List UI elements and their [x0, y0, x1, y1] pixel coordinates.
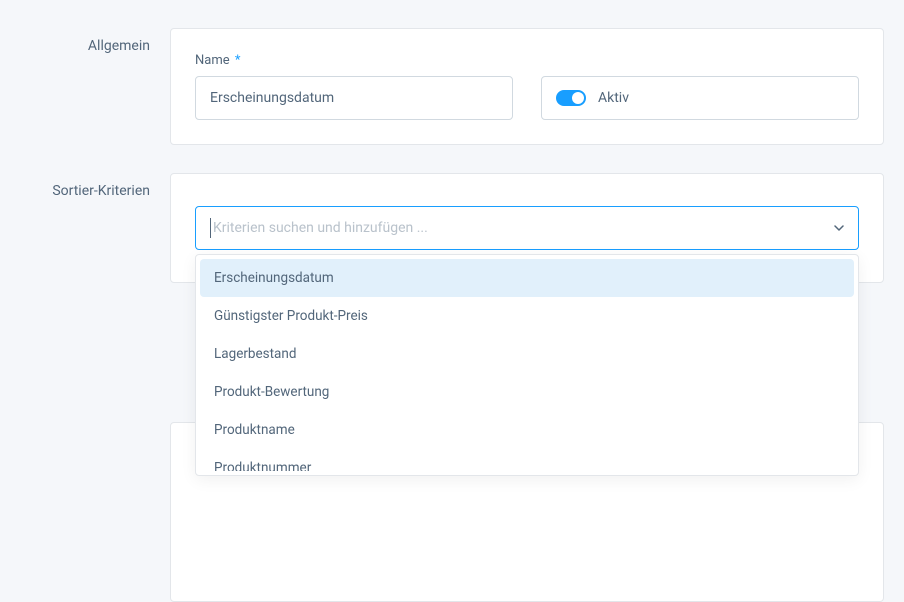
criteria-placeholder: Kriterien suchen und hinzufügen ... — [213, 220, 834, 236]
name-label: Name * — [195, 53, 513, 68]
toggle-knob — [572, 92, 584, 104]
criteria-option[interactable]: Günstigster Produkt-Preis — [200, 297, 854, 335]
section-sorting-label: Sortier-Kriterien — [20, 157, 170, 283]
criteria-dropdown: ErscheinungsdatumGünstigster Produkt-Pre… — [195, 254, 859, 476]
section-sorting: Sortier-Kriterien Kriterien suchen und h… — [0, 157, 904, 283]
criteria-option[interactable]: Produktname — [200, 411, 854, 449]
name-input[interactable] — [195, 76, 513, 120]
section-general-label: Allgemein — [20, 0, 170, 145]
criteria-input-box[interactable]: Kriterien suchen und hinzufügen ... — [195, 206, 859, 250]
general-card: Name * . Aktiv — [170, 28, 884, 145]
criteria-combo: Kriterien suchen und hinzufügen ... Ersc… — [195, 206, 859, 250]
section-general: Allgemein Name * . Aktiv — [0, 0, 904, 145]
active-toggle[interactable] — [556, 90, 586, 106]
name-field: Name * — [195, 53, 513, 120]
criteria-option[interactable]: Produktnummer — [200, 449, 854, 471]
required-asterisk: * — [235, 53, 241, 68]
sorting-card: Kriterien suchen und hinzufügen ... Ersc… — [170, 173, 884, 283]
active-toggle-box[interactable]: Aktiv — [541, 76, 859, 120]
criteria-option[interactable]: Lagerbestand — [200, 335, 854, 373]
text-cursor — [210, 218, 211, 238]
name-label-text: Name — [195, 53, 230, 68]
active-field: . Aktiv — [541, 53, 859, 120]
criteria-option[interactable]: Erscheinungsdatum — [200, 259, 854, 297]
active-toggle-label: Aktiv — [598, 90, 629, 106]
criteria-option[interactable]: Produkt-Bewertung — [200, 373, 854, 411]
criteria-dropdown-list[interactable]: ErscheinungsdatumGünstigster Produkt-Pre… — [200, 259, 858, 471]
chevron-down-icon[interactable] — [834, 223, 844, 233]
